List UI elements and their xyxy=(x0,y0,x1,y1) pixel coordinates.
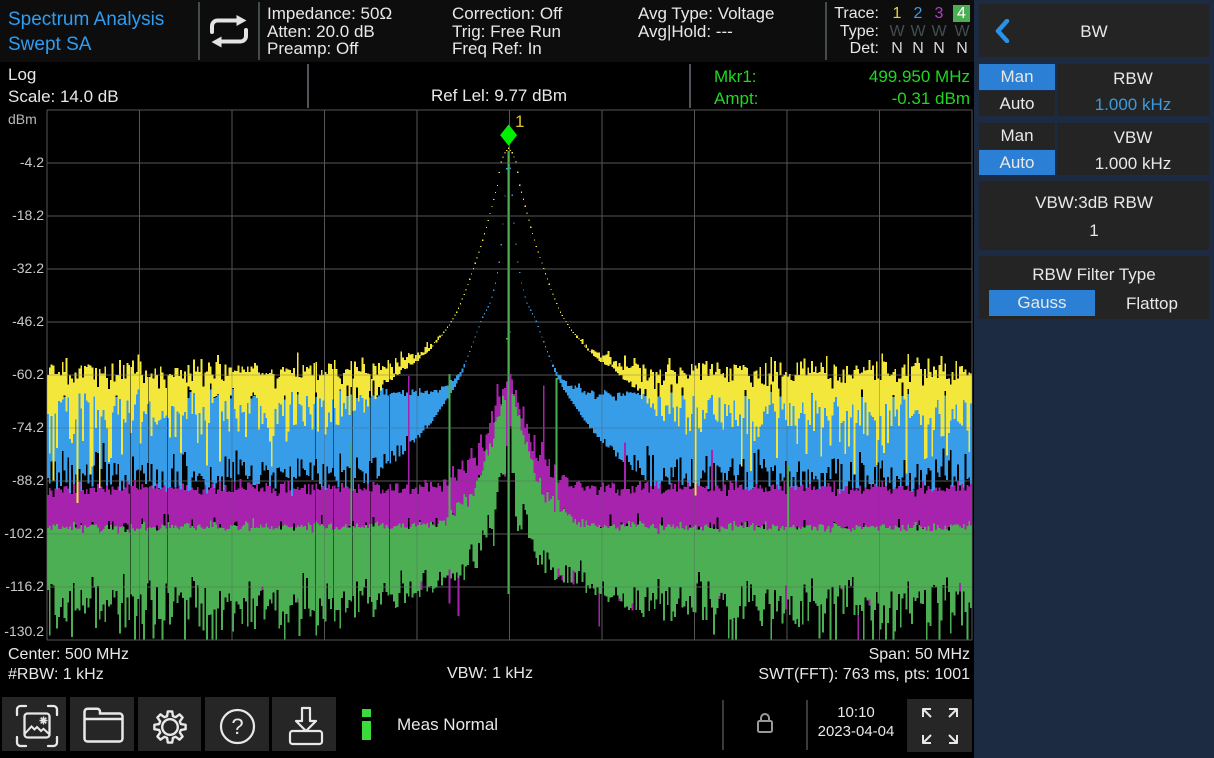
svg-text:1: 1 xyxy=(515,112,524,131)
svg-text:?: ? xyxy=(231,714,243,739)
